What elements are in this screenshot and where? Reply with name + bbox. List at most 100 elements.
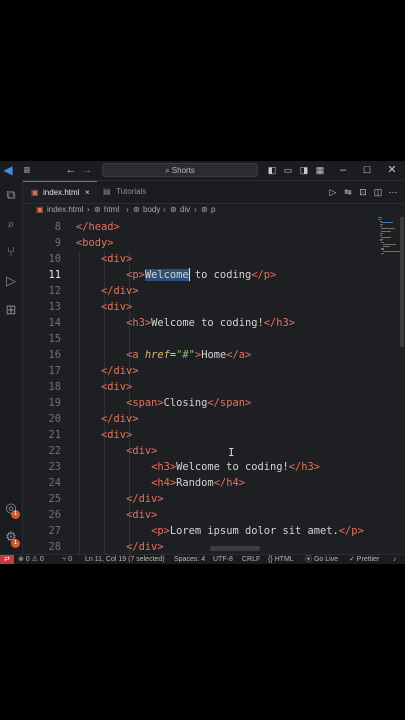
encoding-status[interactable]: UTF-8 bbox=[213, 555, 233, 564]
breadcrumb-separator: › bbox=[163, 205, 166, 214]
code-text: </div> bbox=[126, 539, 164, 554]
line-number: 23 bbox=[48, 461, 61, 473]
tab-tutorials[interactable]: ▤ Tutorials bbox=[99, 181, 169, 203]
code-line[interactable]: 26 <div> bbox=[23, 507, 405, 523]
line-number: 27 bbox=[48, 525, 61, 537]
code-line[interactable]: 14 <h3>Welcome to coding!</h3> bbox=[23, 315, 405, 331]
code-line[interactable]: 24 <h4>Random</h4> bbox=[23, 475, 405, 491]
minimize-window-icon[interactable]: – bbox=[336, 161, 350, 180]
line-number: 15 bbox=[48, 333, 61, 345]
ports-status[interactable]: ⑂ 0 bbox=[62, 555, 72, 564]
code-token: </h3> bbox=[263, 317, 295, 329]
extensions-icon[interactable]: ⊞ bbox=[0, 302, 22, 318]
prettier-status[interactable]: ✓ Prettier bbox=[349, 555, 379, 564]
layout-sidebar-icon[interactable]: ◧ bbox=[266, 161, 278, 180]
language-mode-status[interactable]: {} HTML bbox=[268, 555, 294, 564]
code-token: <span> bbox=[126, 397, 164, 409]
code-text: <h4>Random</h4> bbox=[151, 475, 245, 491]
go-live-button[interactable]: ⦿ Go Live bbox=[305, 555, 338, 564]
code-line[interactable]: 15 bbox=[23, 331, 405, 347]
breadcrumb-separator: › bbox=[194, 205, 197, 214]
layout-panel-icon[interactable]: ▭ bbox=[282, 161, 294, 180]
close-window-icon[interactable]: ✕ bbox=[385, 161, 399, 180]
line-number: 19 bbox=[48, 397, 61, 409]
compare-changes-icon[interactable]: ⇋ bbox=[342, 183, 354, 202]
code-line[interactable]: 12 </div> bbox=[23, 283, 405, 299]
code-text: </head> bbox=[76, 219, 120, 235]
code-line[interactable]: 8 </head> bbox=[23, 219, 405, 235]
indentation-status[interactable]: Spaces: 4 bbox=[174, 555, 205, 564]
breadcrumb-item-body[interactable]: body bbox=[143, 204, 160, 216]
breadcrumb-item-p[interactable]: p bbox=[211, 204, 215, 216]
more-actions-icon[interactable]: ⋯ bbox=[387, 183, 399, 202]
search-text: Shorts bbox=[171, 166, 195, 175]
cursor-position-status[interactable]: Ln 11, Col 19 (7 selected) bbox=[85, 555, 165, 564]
run-file-icon[interactable]: ▷ bbox=[327, 183, 339, 202]
code-line[interactable]: 21 <div> bbox=[23, 427, 405, 443]
breadcrumb-separator: › bbox=[126, 205, 129, 214]
line-number: 25 bbox=[48, 493, 61, 505]
code-text: <div> bbox=[101, 427, 132, 443]
horizontal-scrollbar[interactable] bbox=[210, 546, 260, 551]
code-line[interactable]: 13 <div> bbox=[23, 299, 405, 315]
line-number: 26 bbox=[48, 509, 61, 521]
line-number: 21 bbox=[48, 429, 61, 441]
code-line[interactable]: 20 </div> bbox=[23, 411, 405, 427]
breadcrumb-item-div[interactable]: div bbox=[180, 204, 190, 216]
code-line[interactable]: 23 <h3>Welcome to coding!</h3> bbox=[23, 459, 405, 475]
breadcrumb-item-html[interactable]: html bbox=[104, 204, 119, 216]
code-line[interactable]: 17 </div> bbox=[23, 363, 405, 379]
code-area[interactable]: 8 </head> 9 <body> 10 <div> 11 <p>Welcome to co… bbox=[23, 217, 405, 554]
search-icon[interactable]: ⌕ bbox=[0, 216, 22, 232]
maximize-window-icon[interactable]: ☐ bbox=[360, 161, 374, 180]
editor-tab-bar: ▣ index.html × ▤ Tutorials ▷ ⇋ ⊡ ◫ ⋯ bbox=[23, 181, 405, 204]
remote-indicator[interactable]: ⇄ bbox=[0, 555, 14, 564]
code-line[interactable]: 19 <span>Closing</span> bbox=[23, 395, 405, 411]
minimap[interactable] bbox=[378, 217, 400, 257]
layout-split-icon[interactable]: ◨ bbox=[298, 161, 310, 180]
code-line[interactable]: 10 <div> bbox=[23, 251, 405, 267]
code-token: <div> bbox=[126, 509, 158, 521]
tab-index-html[interactable]: ▣ index.html × bbox=[23, 181, 97, 203]
code-line[interactable]: 16 <a href="#">Home</a> bbox=[23, 347, 405, 363]
code-token: "#" bbox=[176, 349, 195, 361]
back-arrow-icon[interactable]: ← bbox=[64, 161, 78, 180]
run-debug-icon[interactable]: ▷ bbox=[0, 273, 22, 289]
close-tab-icon[interactable]: × bbox=[85, 182, 90, 204]
code-text: <div> bbox=[101, 299, 132, 315]
code-token: <div> bbox=[101, 381, 133, 393]
code-line[interactable]: 22 <div> bbox=[23, 443, 405, 459]
explorer-icon[interactable]: ⧉ bbox=[0, 187, 22, 203]
problems-status[interactable]: ⊗ 0 ⚠ 0 bbox=[18, 555, 44, 564]
code-line[interactable]: 25 </div> bbox=[23, 491, 405, 507]
code-token: Welcome to coding! bbox=[151, 317, 264, 329]
code-token: <h3> bbox=[126, 317, 152, 329]
notifications-bell-icon[interactable]: ♪ bbox=[393, 555, 397, 564]
settings-badge: 1 bbox=[11, 539, 20, 548]
minimap-line bbox=[381, 227, 395, 229]
element-icon: ⊛ bbox=[133, 205, 140, 214]
code-token: <div> bbox=[101, 429, 133, 441]
line-number: 14 bbox=[48, 317, 61, 329]
code-line[interactable]: 11 <p>Welcome to coding</p> bbox=[23, 267, 405, 283]
vertical-scrollbar[interactable] bbox=[400, 217, 404, 347]
forward-arrow-icon[interactable]: → bbox=[80, 161, 94, 180]
breadcrumb-item-file[interactable]: index.html bbox=[47, 204, 83, 216]
line-number: 18 bbox=[48, 381, 61, 393]
code-line[interactable]: 18 <div> bbox=[23, 379, 405, 395]
menu-icon[interactable]: ≡ bbox=[20, 161, 34, 180]
code-text: <div> bbox=[126, 443, 157, 459]
split-editor-icon[interactable]: ◫ bbox=[372, 183, 384, 202]
status-bar: ⇄ ⊗ 0 ⚠ 0 ⑂ 0 Ln 11, Col 19 (7 selected)… bbox=[0, 554, 405, 564]
line-ending-status[interactable]: CRLF bbox=[242, 555, 260, 564]
code-line[interactable]: 27 <p>Lorem ipsum dolor sit amet.</p> bbox=[23, 523, 405, 539]
element-icon: ⊛ bbox=[170, 205, 177, 214]
code-text: <a href="#">Home</a> bbox=[126, 347, 251, 363]
element-icon: ⊛ bbox=[94, 205, 101, 214]
command-center-search[interactable]: ⌕ Shorts bbox=[102, 163, 258, 177]
code-line[interactable]: 9 <body> bbox=[23, 235, 405, 251]
source-control-icon[interactable]: ⑂ bbox=[0, 244, 22, 260]
layout-custom-icon[interactable]: ▦ bbox=[314, 161, 326, 180]
open-preview-icon[interactable]: ⊡ bbox=[357, 183, 369, 202]
breadcrumb-html-file-icon: ▣ bbox=[36, 205, 44, 214]
